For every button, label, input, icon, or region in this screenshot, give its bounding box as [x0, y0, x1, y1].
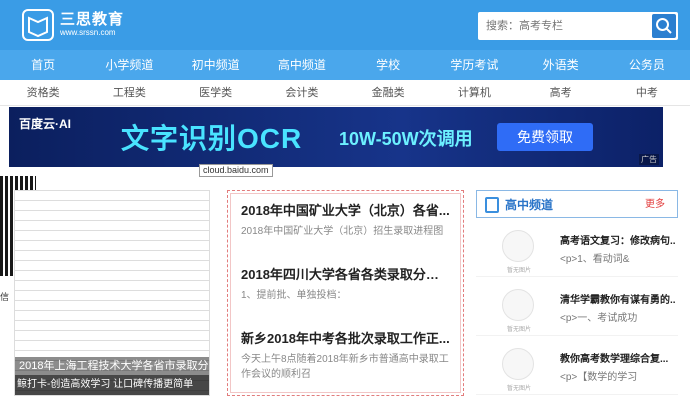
nav-high[interactable]: 高中频道: [259, 50, 345, 80]
ad-tag: 广告: [639, 154, 659, 165]
free-claim-button[interactable]: 免费领取: [497, 123, 593, 151]
url-tooltip: cloud.baidu.com: [199, 164, 273, 177]
article-title[interactable]: 2018年中国矿业大学（北京）各省...: [241, 202, 450, 220]
book-icon: [22, 9, 54, 41]
subnav-gaokao[interactable]: 高考: [518, 80, 604, 105]
subnav-zhongkao[interactable]: 中考: [604, 80, 690, 105]
article-title[interactable]: 2018年四川大学各省各类录取分数线: [241, 266, 450, 284]
banner-subtitle: 10W-50W次调用: [339, 129, 473, 149]
article-list: 2018年中国矿业大学（北京）各省... 2018年中国矿业大学（北京）招生录取…: [227, 190, 464, 396]
list-item[interactable]: 暂无图片 教你高考数学理综合复... <p>【数学的学习: [476, 336, 678, 395]
main-nav: 首页 小学频道 初中频道 高中频道 学校 学历考试 外语类 公务员: [0, 50, 690, 80]
search-icon: [656, 18, 672, 34]
slide-caption[interactable]: 2018年上海工程技术大学各省市录取分: [15, 357, 209, 375]
site-header: 三思教育 www.srssn.com: [0, 0, 690, 50]
search-input[interactable]: [478, 12, 648, 40]
item-title[interactable]: 高考语文复习：修改病句...: [560, 232, 676, 247]
slider-dots[interactable]: [107, 351, 129, 355]
item-title[interactable]: 教你高考数学理综合复...: [560, 350, 676, 365]
site-logo[interactable]: 三思教育 www.srssn.com: [22, 9, 132, 41]
subnav-medical[interactable]: 医学类: [173, 80, 259, 105]
nav-civil-service[interactable]: 公务员: [604, 50, 690, 80]
list-item[interactable]: 暂无图片 高考语文复习：修改病句... <p>1、看动词&: [476, 218, 678, 277]
logo-name: 三思教育: [60, 11, 125, 28]
logo-text: 三思教育 www.srssn.com: [60, 12, 124, 38]
nav-home[interactable]: 首页: [0, 50, 86, 80]
list-item: 新乡2018年中考各批次录取工作正... 今天上午8点随着2018年新乡市普通高…: [241, 330, 450, 382]
subnav-qualification[interactable]: 资格类: [0, 80, 86, 105]
item-desc: <p>【数学的学习: [560, 372, 638, 383]
logo-url: www.srssn.com: [60, 28, 116, 37]
qr-label: 信: [0, 292, 10, 302]
article-summary: 今天上午8点随着2018年新乡市普通高中录取工作会议的顺利召: [241, 354, 449, 380]
item-desc: <p>一、考试成功: [560, 313, 638, 324]
more-link[interactable]: 更多: [645, 191, 665, 219]
high-school-panel: 高中频道 更多 暂无图片 高考语文复习：修改病句... <p>1、看动词& 暂无…: [476, 190, 678, 396]
thumbnail: 暂无图片: [502, 289, 534, 333]
list-item[interactable]: 暂无图片 清华学霸教你有谋有勇的... <p>一、考试成功: [476, 277, 678, 336]
subnav-engineering[interactable]: 工程类: [86, 80, 172, 105]
article-title[interactable]: 新乡2018年中考各批次录取工作正...: [241, 330, 450, 348]
search-button[interactable]: [652, 14, 676, 38]
baidu-cloud-logo: 百度云·AI: [19, 117, 71, 131]
sub-nav: 资格类 工程类 医学类 会计类 金融类 计算机 高考 中考: [0, 80, 690, 106]
list-item: 2018年四川大学各省各类录取分数线 1、提前批、单独投档：: [241, 266, 450, 318]
subnav-accounting[interactable]: 会计类: [259, 80, 345, 105]
list-item: 2018年中国矿业大学（北京）各省... 2018年中国矿业大学（北京）招生录取…: [241, 202, 450, 254]
subnav-computer[interactable]: 计算机: [431, 80, 517, 105]
no-image-label: 暂无图片: [506, 327, 531, 333]
no-image-label: 暂无图片: [506, 386, 531, 392]
promo-bar[interactable]: 鲸打卡-创造高效学习 让口碑传播更简单: [15, 375, 209, 395]
search-box: [478, 12, 678, 40]
nav-foreign-lang[interactable]: 外语类: [518, 50, 604, 80]
trophy-icon: [485, 197, 499, 213]
article-summary: 2018年中国矿业大学（北京）招生录取进程图: [241, 226, 444, 237]
panel-header: 高中频道 更多: [476, 190, 678, 218]
thumbnail: 暂无图片: [502, 230, 534, 274]
ad-banner[interactable]: 百度云·AI 文字识别OCR 10W-50W次调用 免费领取 广告: [9, 107, 663, 167]
nav-primary[interactable]: 小学频道: [86, 50, 172, 80]
subnav-finance[interactable]: 金融类: [345, 80, 431, 105]
nav-school[interactable]: 学校: [345, 50, 431, 80]
nav-middle[interactable]: 初中频道: [173, 50, 259, 80]
item-title[interactable]: 清华学霸教你有谋有勇的...: [560, 291, 676, 306]
panel-title[interactable]: 高中频道: [505, 191, 553, 219]
thumbnail: 暂无图片: [502, 348, 534, 392]
nav-degree-exam[interactable]: 学历考试: [431, 50, 517, 80]
item-desc: <p>1、看动词&: [560, 254, 630, 265]
image-slider[interactable]: 2018年上海工程技术大学各省市录取分 鲸打卡-创造高效学习 让口碑传播更简单: [14, 190, 210, 396]
no-image-label: 暂无图片: [506, 268, 531, 274]
article-summary: 1、提前批、单独投档：: [241, 290, 347, 301]
banner-title: 文字识别OCR: [121, 123, 303, 154]
